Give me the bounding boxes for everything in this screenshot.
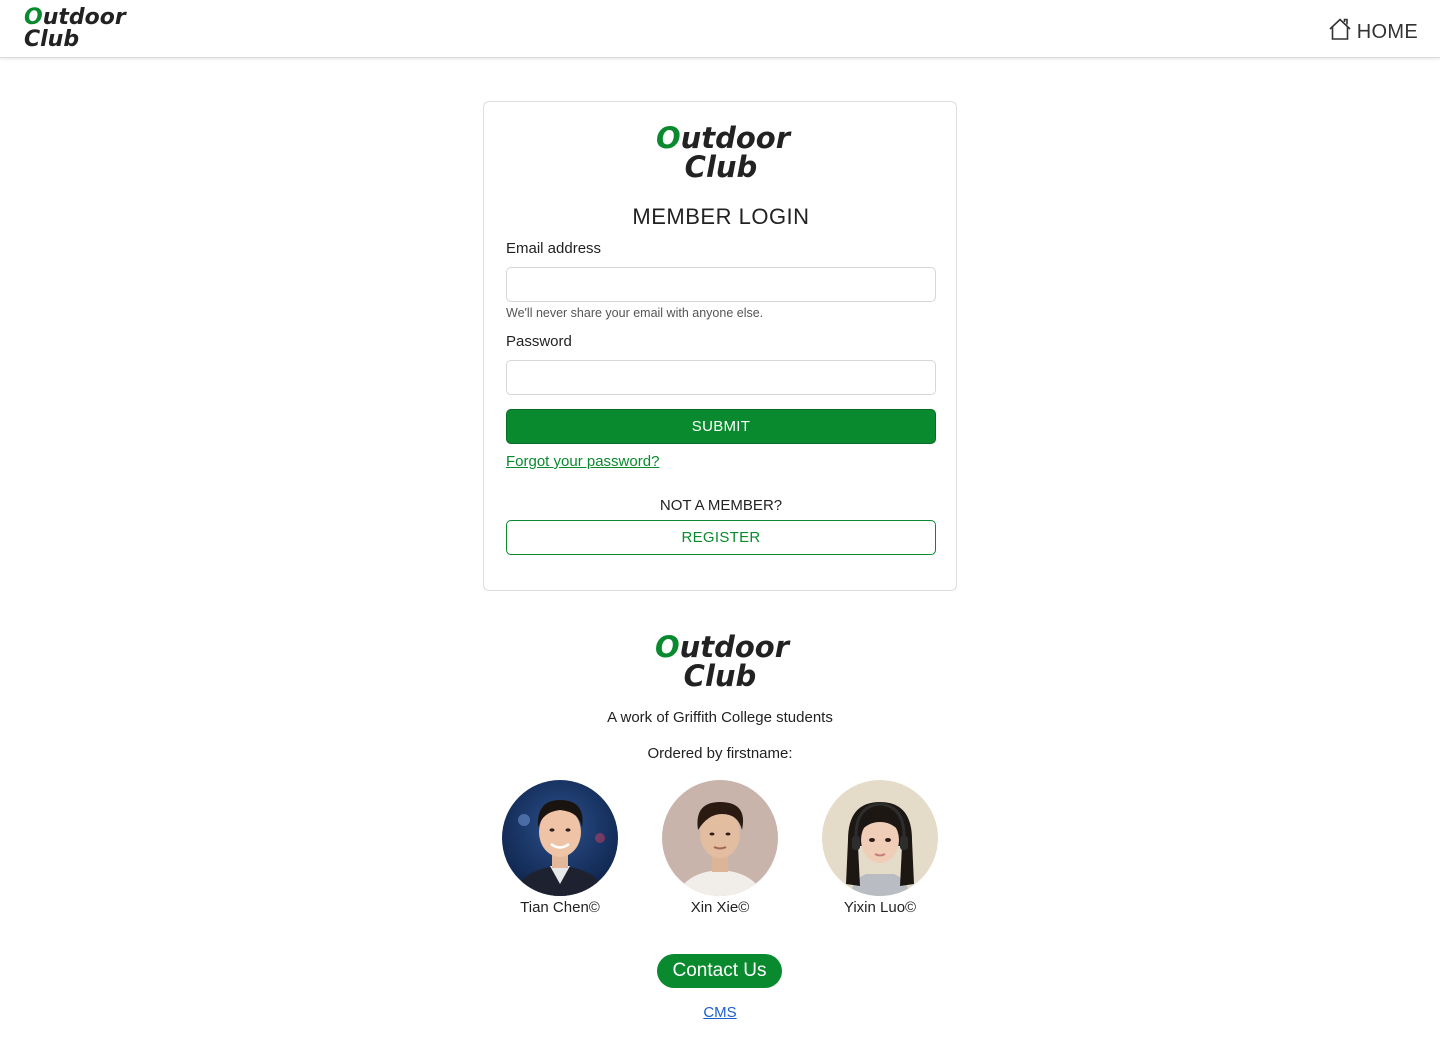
logo-initial: O — [655, 121, 681, 155]
logo-word-club: Club — [684, 150, 758, 184]
password-field[interactable] — [506, 360, 936, 395]
member-name: Tian Chen© — [520, 899, 600, 916]
member-name: Yixin Luo© — [843, 899, 917, 916]
team-member: Yixin Luo© — [800, 780, 960, 916]
team-member: Xin Xie© — [640, 780, 800, 916]
footer: Outdoor Club A work of Griffith College … — [0, 630, 1440, 1050]
ordered-by-text: Ordered by firstname: — [647, 745, 793, 762]
team-member: Tian Chen© — [480, 780, 640, 916]
password-label: Password — [506, 333, 572, 350]
login-card: Outdoor Club MEMBER LOGIN Email address … — [483, 101, 957, 591]
navbar-logo[interactable]: Outdoor Club — [24, 7, 126, 51]
credit-text: A work of Griffith College students — [607, 709, 833, 726]
email-label: Email address — [506, 240, 602, 257]
cms-link[interactable]: CMS — [703, 1004, 736, 1021]
page-title: MEMBER LOGIN — [632, 204, 810, 229]
avatar — [502, 780, 618, 896]
login-logo: Outdoor Club — [484, 124, 958, 182]
home-icon — [1327, 16, 1353, 48]
contact-us-button[interactable]: Contact Us — [657, 954, 782, 988]
top-navbar: Outdoor Club HOME — [0, 0, 1440, 58]
footer-logo: Outdoor Club — [0, 633, 1440, 691]
email-field[interactable] — [506, 267, 936, 302]
member-name: Xin Xie© — [690, 899, 750, 916]
not-member-text: NOT A MEMBER? — [659, 497, 783, 514]
home-label: HOME — [1356, 20, 1418, 43]
forgot-password-link[interactable]: Forgot your password? — [506, 453, 659, 470]
avatar — [662, 780, 778, 896]
logo-initial: O — [654, 630, 680, 664]
logo-word-club: Club — [24, 27, 80, 52]
email-hint: We'll never share your email with anyone… — [506, 306, 764, 320]
submit-button[interactable]: SUBMIT — [506, 409, 936, 444]
avatar — [822, 780, 938, 896]
logo-word-club: Club — [683, 659, 757, 693]
register-button[interactable]: REGISTER — [506, 520, 936, 555]
cms-link-wrapper: CMS — [0, 1004, 1440, 1021]
home-link[interactable]: HOME — [1327, 16, 1418, 48]
